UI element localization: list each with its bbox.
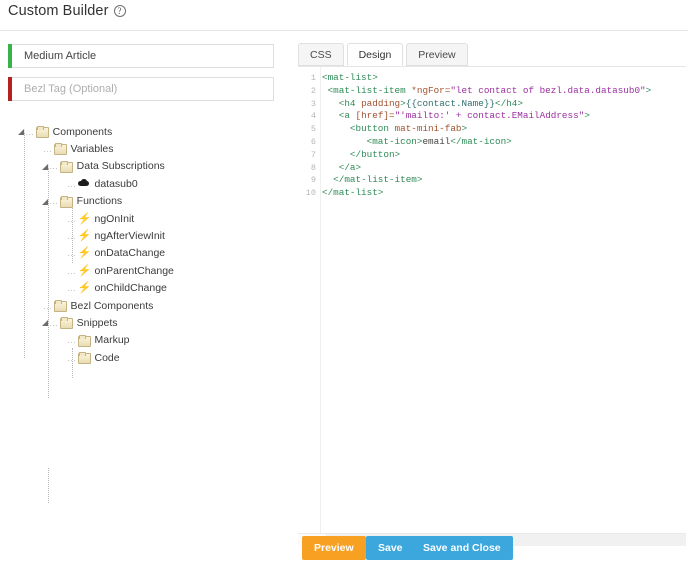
cloud-icon [77,178,90,189]
tree-connector-icon: … [67,283,76,294]
folder-icon [53,143,67,156]
tree-node-label: datasub0 [94,177,138,190]
name-field-wrapper [8,44,274,68]
line-number: 7 [310,149,316,160]
folder-icon [53,300,67,312]
bolt-icon: ⚡ [77,282,92,295]
tree-connector-icon: … [49,161,58,172]
line-number: 9 [310,175,316,186]
code-line[interactable]: </mat-list> [322,187,686,200]
footer-actions: Preview Save Save and Close [0,530,688,568]
tree-node[interactable]: … ⚡ onChildChange [66,280,167,297]
code-line[interactable]: </a> [322,162,686,175]
folder-icon [35,126,49,138]
tree-node-label: Functions [76,195,123,208]
code-line[interactable]: <mat-list-item *ngFor="let contact of be… [322,85,686,98]
code-line[interactable]: </button> [322,149,686,162]
bolt-icon: ⚡ [77,264,92,277]
line-number: 2 [310,85,316,96]
tree-node-label: Variables [70,142,114,155]
tree-node[interactable]: … datasub0 [66,175,138,192]
code-line[interactable]: <mat-list> [322,72,686,85]
question-circle-icon[interactable]: ? [113,5,126,17]
page-header: Custom Builder ? [0,0,688,30]
custom-builder-page: Custom Builder ? ◢…Components…Variables◢… [0,0,688,568]
folder-icon [59,195,73,208]
page-title: Custom Builder ? [8,3,126,19]
tree-guide-line [48,168,49,318]
tag-field-wrapper [8,77,274,101]
tree-node-label: ngAfterViewInit [94,229,165,242]
tree-guide-line [72,348,73,378]
line-number: 10 [305,188,316,199]
tree-connector-icon: … [67,265,76,276]
line-number: 3 [310,98,316,109]
tree-node-label: onChildChange [94,282,167,295]
folder-icon [59,160,73,173]
page-title-text: Custom Builder [8,3,109,19]
tree-guide-line [48,313,49,398]
tree-node-label: ngOnInit [94,212,135,225]
tree-connector-icon: … [49,196,58,207]
line-number: 4 [310,111,316,122]
preview-button[interactable]: Preview [302,536,366,560]
tree-node-label: onParentChange [94,264,174,277]
folder-icon [77,334,91,347]
tree-node-label: Code [94,351,120,364]
tree-node-label: Snippets [76,316,118,329]
code-content[interactable]: <mat-list> <mat-list-item *ngFor="let co… [322,67,686,534]
tab-design[interactable]: Design [346,43,404,66]
code-line[interactable]: <button mat-mini-fab> [322,123,686,136]
tree-node-label: Bezl Components [70,299,154,312]
tree-node[interactable]: ◢… Data Subscriptions [42,158,165,175]
folder-icon [77,352,91,365]
left-panel: ◢…Components…Variables◢…Data Subscriptio… [0,31,296,568]
tree-node[interactable]: ◢… Functions [42,193,122,210]
line-number: 1 [310,73,316,83]
tree-node[interactable]: … ⚡ onDataChange [66,245,165,262]
code-line[interactable]: <a [href]="'mailto:' + contact.EMailAddr… [322,110,686,123]
line-number: 5 [310,124,316,135]
tree-node[interactable]: … Code [66,349,120,366]
bolt-icon: ⚡ [77,247,92,260]
save-button[interactable]: Save [366,536,415,560]
tree-connector-icon: … [67,335,76,346]
code-line[interactable]: <h4 padding>{{contact.Name}}</h4> [322,98,686,111]
line-number: 6 [310,137,316,147]
bolt-icon: ⚡ [77,212,92,225]
name-input[interactable] [12,44,274,68]
tree-connector-icon: … [49,317,58,328]
tag-input[interactable] [12,77,274,101]
code-line[interactable]: <mat-icon>email</mat-icon> [322,136,686,149]
tree-node-label: onDataChange [94,247,166,260]
tree-guide-line [24,133,25,358]
tree-node[interactable]: ◢… Snippets [42,314,118,331]
tree-node[interactable]: … ⚡ ngAfterViewInit [66,227,165,244]
tree-node[interactable]: … Markup [66,332,130,349]
code-editor[interactable]: 1 2 3 4 5 6 7 8 9 10 <mat-list> <mat-list-item *n… [298,66,686,534]
line-number-gutter: 1 2 3 4 5 6 7 8 9 10 [298,67,321,534]
line-number: 8 [310,162,316,173]
tree-connector-icon: … [25,126,34,137]
tree-node[interactable]: … Variables [42,140,114,157]
tree-node[interactable]: … ⚡ onParentChange [66,262,174,279]
code-line[interactable]: </mat-list-item> [322,174,686,187]
save-and-close-button[interactable]: Save and Close [411,536,513,560]
editor-tabs[interactable]: CSS Design Preview [298,43,471,66]
bolt-icon: ⚡ [77,229,92,242]
tab-preview[interactable]: Preview [406,43,468,66]
tree-node-label: Components [52,125,113,138]
tree-node[interactable]: … Bezl Components [42,297,153,314]
tree-node[interactable]: ◢… Components [18,123,112,140]
folder-icon [59,317,73,330]
tree-connector-icon: … [67,178,76,189]
tree-connector-icon: … [43,143,52,154]
right-panel: CSS Design Preview 1 2 3 4 5 6 7 8 9 10 <mat-list> … [296,31,688,568]
tree-node[interactable]: … ⚡ ngOnInit [66,210,134,227]
tab-css[interactable]: CSS [298,43,344,66]
tree-node-label: Markup [94,334,130,347]
tree-guide-line [72,208,73,263]
tree-node-label: Data Subscriptions [76,160,165,173]
tree-guide-line [48,468,49,503]
